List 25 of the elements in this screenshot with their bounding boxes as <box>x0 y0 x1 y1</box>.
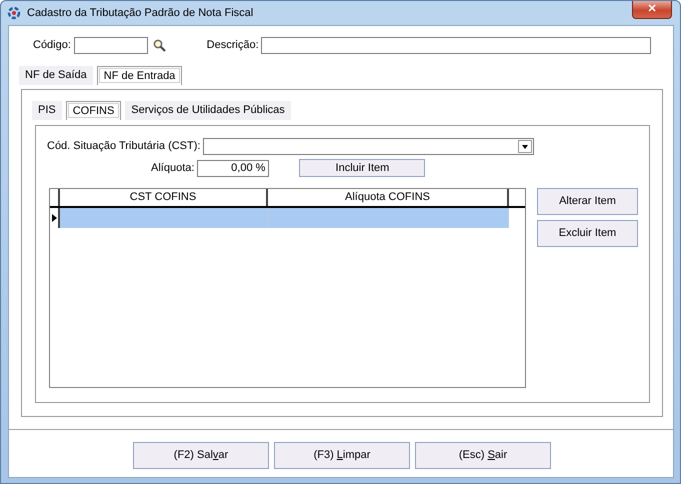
app-icon <box>7 6 21 20</box>
tab[interactable]: NF de Saída <box>19 66 93 85</box>
side-button[interactable]: Excluir Item <box>537 220 638 247</box>
cst-label: Cód. Situação Tributária (CST): <box>47 139 200 154</box>
window-title: Cadastro da Tributação Padrão de Nota Fiscal <box>27 6 254 21</box>
tab[interactable]: COFINS <box>66 101 122 120</box>
close-button[interactable]: ✕ <box>632 1 672 19</box>
description-label: Descrição: <box>206 38 259 54</box>
tab[interactable]: PIS <box>32 101 62 120</box>
rate-field[interactable]: 0,00 % <box>197 160 270 176</box>
rate-label: Alíquota: <box>151 160 194 176</box>
side-button[interactable]: Alterar Item <box>537 188 638 215</box>
cst-dropdown[interactable] <box>203 138 534 155</box>
column-header: CST COFINS <box>60 189 268 206</box>
tab[interactable]: NF de Entrada <box>96 66 182 85</box>
code-field[interactable] <box>74 37 148 54</box>
column-header: Alíquota COFINS <box>268 189 509 206</box>
tab[interactable]: Serviços de Utilidades Públicas <box>125 101 291 120</box>
code-label: Código: <box>33 38 71 54</box>
search-icon[interactable] <box>152 39 166 52</box>
footer-button[interactable]: (F2) Salvar <box>133 442 269 469</box>
add-item-button[interactable]: Incluir Item <box>299 159 426 177</box>
description-field[interactable] <box>261 37 652 54</box>
footer-button[interactable]: (F3) Limpar <box>274 442 410 469</box>
footer-button[interactable]: (Esc) Sair <box>415 442 551 469</box>
